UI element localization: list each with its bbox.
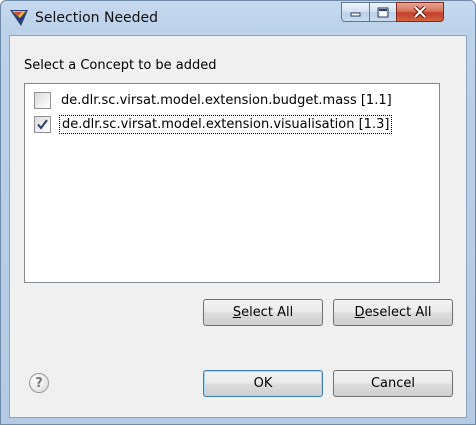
checkbox-unchecked[interactable] [34,91,51,109]
help-icon[interactable]: ? [29,373,49,393]
list-item-label: de.dlr.sc.virsat.model.extension.budget.… [61,92,392,108]
checkbox-checked[interactable] [34,115,51,133]
title-bar[interactable]: Selection Needed [1,1,475,35]
select-all-mnemonic: S [232,305,242,320]
minimize-icon [350,12,360,17]
window-title: Selection Needed [35,10,159,26]
ok-button[interactable]: OK [203,370,323,397]
minimize-button[interactable] [341,2,369,22]
list-item-label: de.dlr.sc.virsat.model.extension.visuali… [59,114,393,134]
deselect-all-button[interactable]: Deselect All [333,299,453,326]
maximize-button[interactable] [369,2,396,22]
dialog-window: Selection Needed Select a Concept to be … [0,0,476,425]
concept-list[interactable]: de.dlr.sc.virsat.model.extension.budget.… [24,83,440,283]
list-item[interactable]: de.dlr.sc.virsat.model.extension.budget.… [25,88,439,112]
checkmark-icon [37,118,48,130]
deselect-all-label: eselect All [364,305,432,320]
eclipse-app-icon [10,10,28,26]
select-all-button[interactable]: Select All [203,299,323,326]
select-all-label: elect All [241,305,294,320]
prompt-label: Select a Concept to be added [24,58,217,73]
cancel-button[interactable]: Cancel [333,370,453,397]
maximize-icon [377,7,389,17]
close-button[interactable] [396,2,444,22]
close-icon [413,6,427,18]
deselect-all-mnemonic: D [354,305,365,320]
list-item[interactable]: de.dlr.sc.virsat.model.extension.visuali… [25,112,439,136]
dialog-content: Select a Concept to be added de.dlr.sc.v… [9,35,467,418]
